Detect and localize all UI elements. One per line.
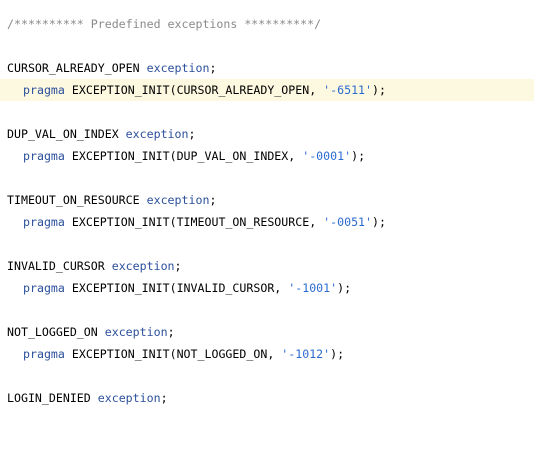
exception-name: CURSOR_ALREADY_OPEN (7, 61, 140, 75)
keyword-exception: exception (111, 259, 175, 273)
keyword-pragma: pragma (23, 281, 65, 295)
pragma-close: ); (372, 215, 386, 229)
code-line-comment[interactable]: /********** Predefined exceptions ******… (0, 13, 534, 35)
pragma-call: EXCEPTION_INIT(NOT_LOGGED_ON, (71, 347, 282, 361)
error-code-string: '-1001' (288, 281, 338, 295)
code-line-pragma[interactable]: pragma EXCEPTION_INIT(TIMEOUT_ON_RESOURC… (0, 211, 534, 233)
code-line-exception-decl[interactable]: CURSOR_ALREADY_OPEN exception; (0, 57, 534, 79)
code-line-pragma[interactable]: pragma EXCEPTION_INIT(DUP_VAL_ON_INDEX, … (0, 145, 534, 167)
pragma-close: ); (337, 281, 352, 295)
code-line-exception-decl[interactable]: DUP_VAL_ON_INDEX exception; (0, 123, 534, 145)
keyword-pragma: pragma (23, 83, 65, 97)
statement-terminator: ; (167, 325, 175, 339)
keyword-exception: exception (125, 127, 189, 141)
exception-name: NOT_LOGGED_ON (7, 325, 98, 339)
code-line-exception-decl[interactable]: TIMEOUT_ON_RESOURCE exception; (0, 189, 534, 211)
statement-terminator: ; (209, 193, 217, 207)
keyword-exception: exception (146, 61, 210, 75)
keyword-pragma: pragma (23, 149, 65, 163)
pragma-close: ); (351, 149, 366, 163)
code-editor[interactable]: /********** Predefined exceptions ******… (0, 0, 534, 407)
keyword-pragma: pragma (23, 215, 65, 229)
statement-terminator: ; (174, 259, 182, 273)
code-line-pragma[interactable]: pragma EXCEPTION_INIT(NOT_LOGGED_ON, '-1… (0, 343, 534, 365)
error-code-string: '-1012' (281, 347, 331, 361)
statement-terminator: ; (160, 391, 168, 405)
code-line-exception-decl[interactable]: LOGIN_DENIED exception; (0, 387, 534, 409)
exception-name: LOGIN_DENIED (7, 391, 91, 405)
code-line-exception-decl[interactable]: NOT_LOGGED_ON exception; (0, 321, 534, 343)
pragma-call: EXCEPTION_INIT(DUP_VAL_ON_INDEX, (71, 149, 303, 163)
error-code-string: '-6511' (323, 83, 373, 97)
code-line-pragma-current[interactable]: pragma EXCEPTION_INIT(CURSOR_ALREADY_OPE… (0, 79, 534, 101)
comment-text: /********** Predefined exceptions ******… (7, 17, 322, 31)
error-code-string: '-0051' (323, 215, 373, 229)
error-code-string: '-0001' (302, 149, 352, 163)
pragma-close: ); (330, 347, 345, 361)
code-line-exception-decl[interactable]: INVALID_CURSOR exception; (0, 255, 534, 277)
keyword-exception: exception (104, 325, 168, 339)
pragma-call: EXCEPTION_INIT(INVALID_CURSOR, (71, 281, 289, 295)
keyword-exception: exception (97, 391, 161, 405)
pragma-call: EXCEPTION_INIT(CURSOR_ALREADY_OPEN, (71, 83, 324, 97)
exception-name: TIMEOUT_ON_RESOURCE (7, 193, 140, 207)
keyword-exception: exception (146, 193, 210, 207)
pragma-call: EXCEPTION_INIT(TIMEOUT_ON_RESOURCE, (71, 215, 324, 229)
code-line-pragma[interactable]: pragma EXCEPTION_INIT(INVALID_CURSOR, '-… (0, 277, 534, 299)
exception-name: INVALID_CURSOR (7, 259, 105, 273)
pragma-close: ); (372, 83, 386, 97)
keyword-pragma: pragma (23, 347, 65, 361)
exception-name: DUP_VAL_ON_INDEX (7, 127, 119, 141)
statement-terminator: ; (188, 127, 196, 141)
statement-terminator: ; (209, 61, 217, 75)
